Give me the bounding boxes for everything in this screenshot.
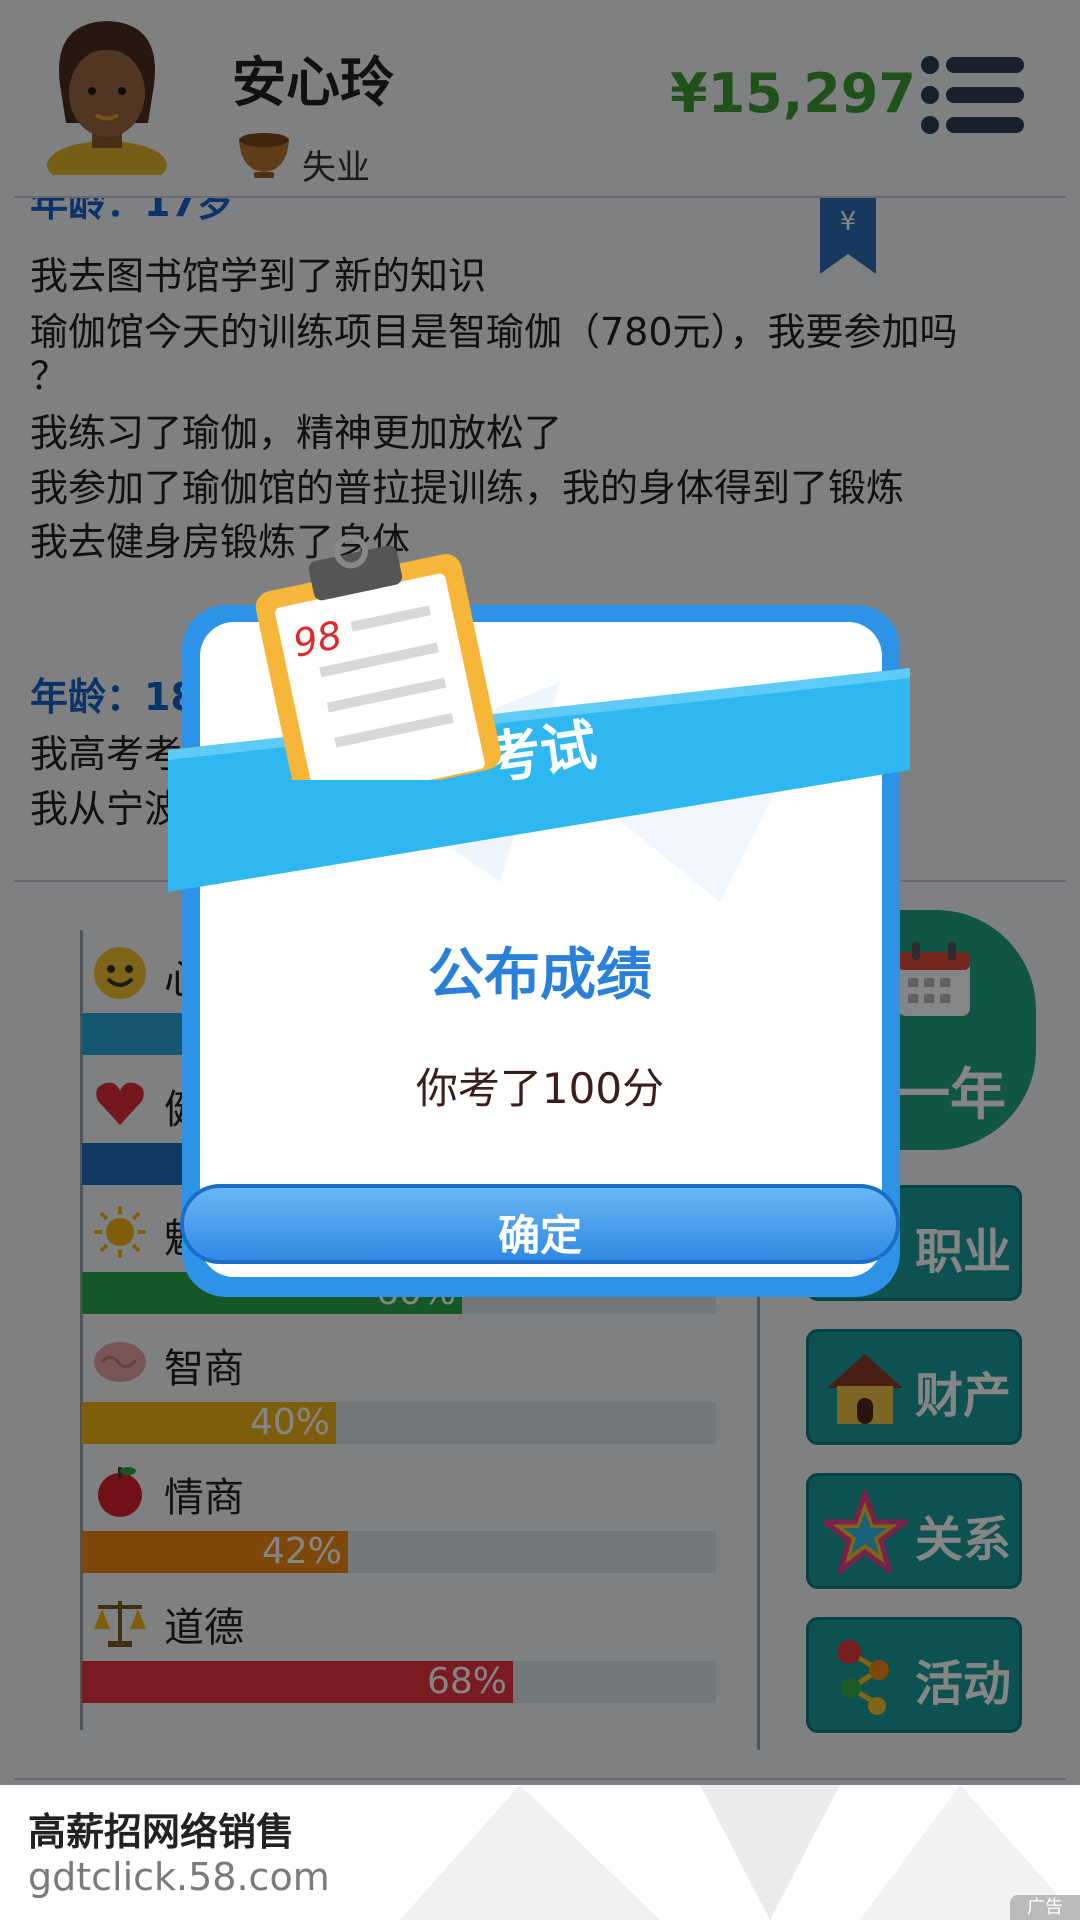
confirm-label: 确定 [497, 1211, 582, 1260]
dialog-subtitle: 公布成绩 [428, 943, 652, 1008]
ad-title[interactable]: 高薪招网络销售 [28, 1801, 294, 1856]
confirm-button[interactable]: 确定 [180, 1184, 900, 1264]
dialog-message: 你考了100分 [415, 1064, 665, 1113]
ad-background-pattern [400, 1785, 1080, 1920]
ad-badge: 广告 [1010, 1895, 1080, 1920]
ad-url[interactable]: gdtclick.58.com [28, 1855, 330, 1899]
clipboard-icon: 98 [255, 534, 501, 780]
ad-banner[interactable]: 高薪招网络销售 gdtclick.58.com 广告 [0, 1785, 1080, 1920]
